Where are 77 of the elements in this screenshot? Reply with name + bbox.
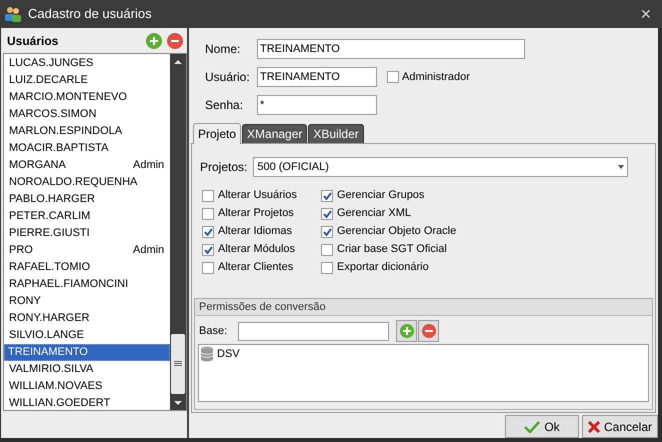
checkbox[interactable] [321,244,333,256]
checkbox[interactable] [202,226,214,238]
checkbox[interactable] [321,190,333,202]
checkbox[interactable] [321,226,333,238]
checkbox-label: Alterar Idiomas [218,224,292,240]
list-item[interactable]: MOACIR.BAPTISTA [4,140,170,157]
list-item[interactable]: DSV [217,346,240,362]
checkbox[interactable] [387,71,399,83]
users-icon [4,6,22,22]
scrollbar[interactable] [170,54,186,410]
group-title: Permissões de conversão [199,300,326,315]
checkbox-label: Gerenciar Objeto Oracle [337,224,456,240]
close-button[interactable]: ✕ [636,4,656,24]
field-label: Senha: [205,97,244,114]
list-item[interactable]: VALMIRIO.SILVA [4,361,170,378]
panel-title: Usuários [7,32,60,50]
grip-icon [174,361,182,367]
list-item[interactable]: MARLON.ESPINDOLA [4,123,170,140]
remove-button[interactable] [418,320,439,342]
list-item[interactable]: LUCAS.JUNGES [4,55,170,72]
checkbox[interactable] [202,190,214,202]
list-item[interactable]: PABLO.HARGER [4,191,170,208]
add-button[interactable] [146,32,162,48]
name-field[interactable]: TREINAMENTO [257,39,525,59]
checkbox[interactable] [202,244,214,256]
tab[interactable]: XBuilder [308,124,364,143]
checkbox[interactable] [202,262,214,274]
checkbox-label: Alterar Usuários [218,188,297,204]
ok-button[interactable]: Ok [505,415,579,438]
username-field[interactable]: TREINAMENTO [257,67,377,87]
remove-button[interactable] [167,32,183,48]
checkbox-label: Exportar dicionário [337,260,429,276]
plus-icon [149,36,159,46]
list-item[interactable]: SILVIO.LANGE [4,327,170,344]
list-item[interactable]: MARCOS.SIMON [4,106,170,123]
plus-icon [402,327,410,335]
checkbox[interactable] [202,208,214,220]
checkbox-label: Alterar Clientes [218,260,294,276]
project-dropdown[interactable]: 500 (OFICIAL) [253,157,628,177]
list-item[interactable]: MARCIO.MONTENEVO [4,89,170,106]
field-label: Usuário: [205,69,251,86]
list-item[interactable]: TREINAMENTO [4,344,170,361]
list-item[interactable]: NOROALDO.REQUENHA [4,174,170,191]
scroll-thumb[interactable] [171,334,185,394]
checkbox-label: Gerenciar XML [337,206,411,222]
list-item[interactable]: WILLIAN.GOEDERT [4,395,170,412]
field-label: Projetos: [200,159,248,176]
list-item[interactable]: PIERRE.GIUSTI [4,225,170,242]
checkbox-label: Alterar Projetos [218,206,294,222]
checkbox[interactable] [321,208,333,220]
list-item[interactable]: RONY [4,293,170,310]
checkbox-label: Alterar Módulos [218,242,296,258]
list-item[interactable]: RAFAEL.TOMIO [4,259,170,276]
cross-icon [588,420,600,432]
tab[interactable]: Projeto [193,123,242,144]
window-title: Cadastro de usuários [28,5,153,24]
checkmark-icon [524,420,540,432]
cancel-button[interactable]: Cancelar [582,415,658,438]
checkbox[interactable] [321,262,333,274]
password-field[interactable]: * [257,95,377,115]
list-item[interactable]: MORGANA Admin [4,157,170,174]
checkbox-label: Gerenciar Grupos [337,188,424,204]
list-item[interactable]: RONY.HARGER [4,310,170,327]
add-button[interactable] [396,320,417,342]
field-label: Nome: [205,41,242,58]
checkbox-label: Criar base SGT Oficial [337,242,447,258]
list-item[interactable]: RAPHAEL.FIAMONCINI [4,276,170,293]
base-field[interactable] [238,322,389,340]
checkbox-label: Administrador [402,70,470,85]
tab[interactable]: XManager [242,124,308,143]
list-item[interactable]: PETER.CARLIM [4,208,170,225]
list-item[interactable]: PRO Admin [4,242,170,259]
list-item[interactable]: LUIZ.DECARLE [4,72,170,89]
list-item[interactable]: WILLIAM.NOVAES [4,378,170,395]
dropdown-arrow-icon [618,165,624,169]
field-label: Base: [199,324,228,339]
minus-icon [424,327,432,335]
